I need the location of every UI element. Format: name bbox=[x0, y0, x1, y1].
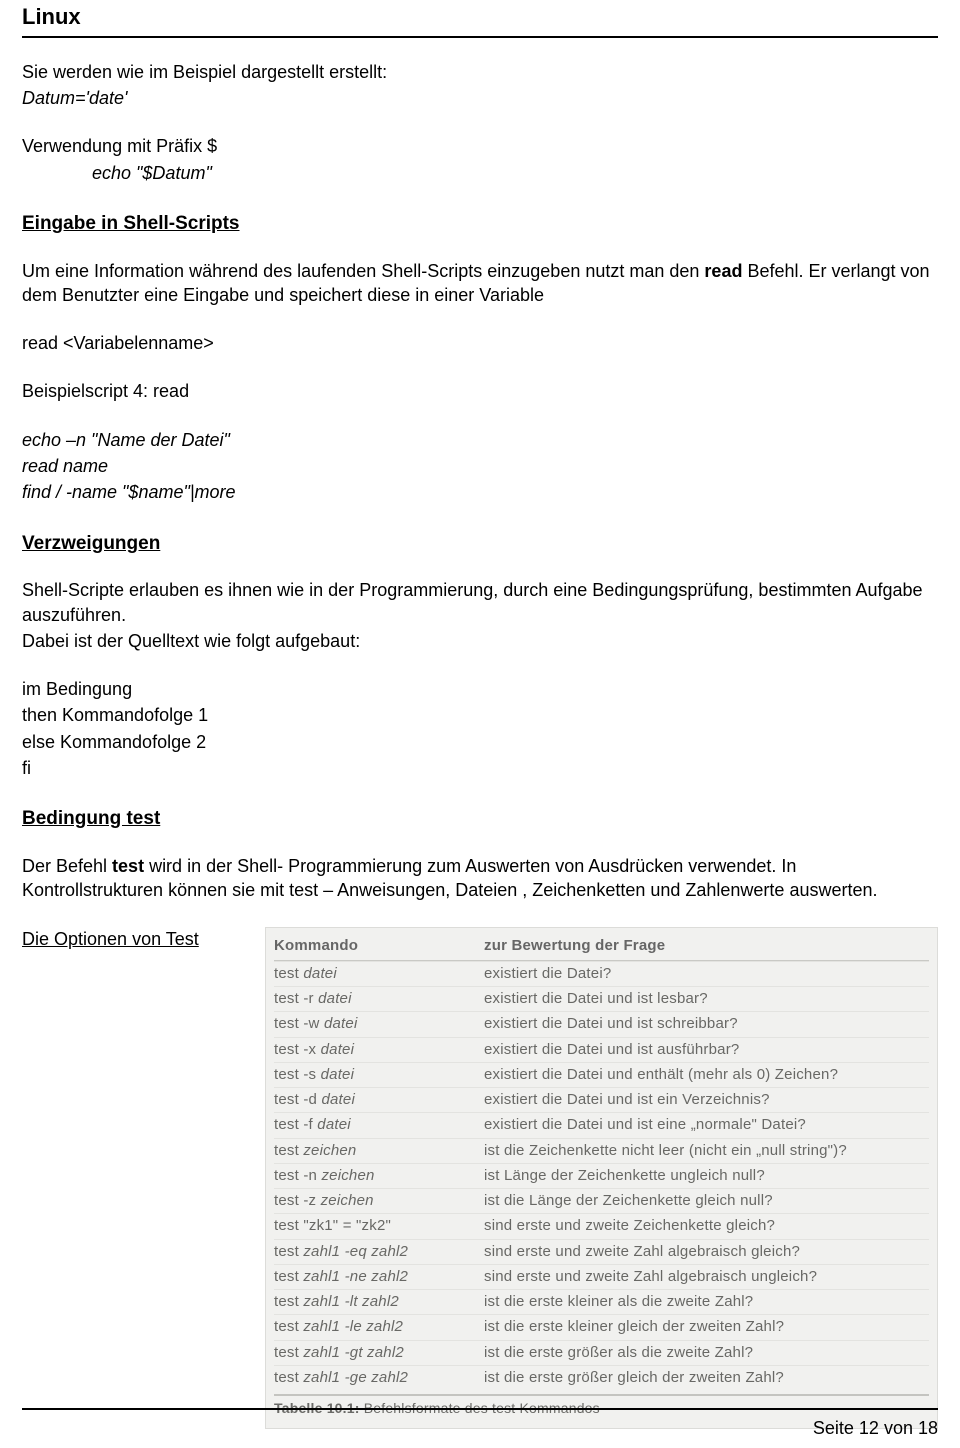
table-row: test zahl1 -ge zahl2ist die erste größer… bbox=[274, 1365, 929, 1390]
keyword: read bbox=[704, 261, 742, 281]
table-header-cell: Kommando bbox=[274, 936, 484, 956]
code-line: find / -name "$name"|more bbox=[22, 480, 938, 504]
section-heading: Eingabe in Shell-Scripts bbox=[22, 211, 938, 237]
code-line: Datum='date' bbox=[22, 86, 938, 110]
table-cell-command: test -x datei bbox=[274, 1040, 484, 1060]
table-row: test -x dateiexistiert die Datei und ist… bbox=[274, 1037, 929, 1062]
options-subheading: Die Optionen von Test bbox=[22, 927, 237, 951]
table-cell-description: ist die erste größer gleich der zweiten … bbox=[484, 1368, 929, 1388]
document-title: Linux bbox=[22, 0, 938, 38]
table-cell-command: test -r datei bbox=[274, 989, 484, 1009]
table-cell-description: ist Länge der Zeichenkette ungleich null… bbox=[484, 1166, 929, 1186]
table-row: test "zk1" = "zk2"sind erste und zweite … bbox=[274, 1213, 929, 1238]
test-options-table: Kommando zur Bewertung der Frage test da… bbox=[265, 927, 938, 1429]
keyword: test bbox=[112, 856, 144, 876]
options-row: Die Optionen von Test Kommando zur Bewer… bbox=[22, 927, 938, 1429]
table-row: test -w dateiexistiert die Datei und ist… bbox=[274, 1011, 929, 1036]
table-cell-description: sind erste und zweite Zeichenkette gleic… bbox=[484, 1216, 929, 1236]
table-row: test dateiexistiert die Datei? bbox=[274, 961, 929, 986]
table-cell-description: ist die erste kleiner gleich der zweiten… bbox=[484, 1317, 929, 1337]
table-cell-description: existiert die Datei und enthält (mehr al… bbox=[484, 1065, 929, 1085]
table-cell-command: test -d datei bbox=[274, 1090, 484, 1110]
table-cell-description: existiert die Datei? bbox=[484, 964, 929, 984]
table-row: test zeichenist die Zeichenkette nicht l… bbox=[274, 1138, 929, 1163]
page: Linux Sie werden wie im Beispiel dargest… bbox=[0, 0, 960, 1448]
page-footer: Seite 12 von 18 bbox=[22, 1408, 938, 1440]
code-line: fi bbox=[22, 756, 938, 780]
paragraph: Dabei ist der Quelltext wie folgt aufgeb… bbox=[22, 629, 938, 653]
paragraph: Verwendung mit Präfix $ bbox=[22, 134, 938, 158]
table-cell-command: test "zk1" = "zk2" bbox=[274, 1216, 484, 1236]
table-row: test -f dateiexistiert die Datei und ist… bbox=[274, 1112, 929, 1137]
section-heading: Bedingung test bbox=[22, 806, 938, 832]
table-cell-command: test -w datei bbox=[274, 1014, 484, 1034]
content: Sie werden wie im Beispiel dargestellt e… bbox=[22, 38, 938, 1429]
table-header-cell: zur Bewertung der Frage bbox=[484, 936, 929, 956]
text: Um eine Information während des laufende… bbox=[22, 261, 704, 281]
paragraph: Der Befehl test wird in der Shell- Progr… bbox=[22, 854, 938, 903]
table-row: test -s dateiexistiert die Datei und ent… bbox=[274, 1062, 929, 1087]
table-row: test -r dateiexistiert die Datei und ist… bbox=[274, 986, 929, 1011]
table-cell-command: test zahl1 -ge zahl2 bbox=[274, 1368, 484, 1388]
table-row: test zahl1 -lt zahl2ist die erste kleine… bbox=[274, 1289, 929, 1314]
table-cell-description: ist die erste kleiner als die zweite Zah… bbox=[484, 1292, 929, 1312]
table-cell-command: test -n zeichen bbox=[274, 1166, 484, 1186]
table-cell-command: test datei bbox=[274, 964, 484, 984]
table-cell-description: existiert die Datei und ist ausführbar? bbox=[484, 1040, 929, 1060]
table-cell-command: test zeichen bbox=[274, 1141, 484, 1161]
table-row: test zahl1 -ne zahl2sind erste und zweit… bbox=[274, 1264, 929, 1289]
table-cell-description: existiert die Datei und ist schreibbar? bbox=[484, 1014, 929, 1034]
options-label-column: Die Optionen von Test bbox=[22, 927, 237, 953]
table-row: test -d dateiexistiert die Datei und ist… bbox=[274, 1087, 929, 1112]
paragraph: Beispielscript 4: read bbox=[22, 379, 938, 403]
code-line: im Bedingung bbox=[22, 677, 938, 701]
paragraph: Shell-Scripte erlauben es ihnen wie in d… bbox=[22, 578, 938, 627]
table-cell-description: sind erste und zweite Zahl algebraisch u… bbox=[484, 1267, 929, 1287]
table-cell-description: ist die Zeichenkette nicht leer (nicht e… bbox=[484, 1141, 929, 1161]
text: Der Befehl bbox=[22, 856, 112, 876]
code-line: read name bbox=[22, 454, 938, 478]
table-row: test -n zeichenist Länge der Zeichenkett… bbox=[274, 1163, 929, 1188]
code-line: echo "$Datum" bbox=[92, 161, 938, 185]
table-row: test zahl1 -eq zahl2sind erste und zweit… bbox=[274, 1239, 929, 1264]
table-cell-description: existiert die Datei und ist eine „normal… bbox=[484, 1115, 929, 1135]
table-cell-command: test -f datei bbox=[274, 1115, 484, 1135]
table-row: test -z zeichenist die Länge der Zeichen… bbox=[274, 1188, 929, 1213]
code-line: then Kommandofolge 1 bbox=[22, 703, 938, 727]
paragraph: Um eine Information während des laufende… bbox=[22, 259, 938, 308]
table-cell-command: test zahl1 -le zahl2 bbox=[274, 1317, 484, 1337]
table-header-row: Kommando zur Bewertung der Frage bbox=[274, 934, 929, 961]
table-cell-command: test -s datei bbox=[274, 1065, 484, 1085]
table-row: test zahl1 -le zahl2ist die erste kleine… bbox=[274, 1314, 929, 1339]
text: wird in der Shell- Programmierung zum Au… bbox=[22, 856, 878, 900]
table-cell-command: test zahl1 -ne zahl2 bbox=[274, 1267, 484, 1287]
table-cell-command: test zahl1 -eq zahl2 bbox=[274, 1242, 484, 1262]
table-cell-command: test -z zeichen bbox=[274, 1191, 484, 1211]
table-cell-description: ist die erste größer als die zweite Zahl… bbox=[484, 1343, 929, 1363]
paragraph: Sie werden wie im Beispiel dargestellt e… bbox=[22, 60, 938, 84]
table-cell-description: sind erste und zweite Zahl algebraisch g… bbox=[484, 1242, 929, 1262]
table-cell-description: ist die Länge der Zeichenkette gleich nu… bbox=[484, 1191, 929, 1211]
table-cell-description: existiert die Datei und ist ein Verzeich… bbox=[484, 1090, 929, 1110]
table-cell-description: existiert die Datei und ist lesbar? bbox=[484, 989, 929, 1009]
table-cell-command: test zahl1 -lt zahl2 bbox=[274, 1292, 484, 1312]
code-line: read <Variabelenname> bbox=[22, 331, 938, 355]
table-cell-command: test zahl1 -gt zahl2 bbox=[274, 1343, 484, 1363]
table-row: test zahl1 -gt zahl2ist die erste größer… bbox=[274, 1340, 929, 1365]
code-line: else Kommandofolge 2 bbox=[22, 730, 938, 754]
section-heading: Verzweigungen bbox=[22, 531, 938, 557]
code-line: echo –n "Name der Datei" bbox=[22, 428, 938, 452]
